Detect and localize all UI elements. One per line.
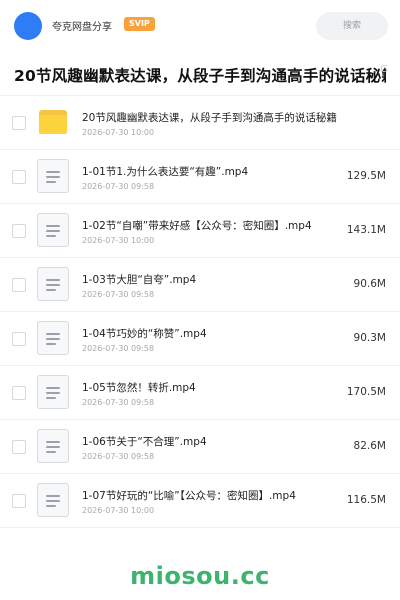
row-checkbox[interactable] — [12, 386, 26, 400]
search-button[interactable]: 搜索 — [316, 12, 388, 40]
file-date: 2026-07-30 10:00 — [82, 506, 155, 515]
file-row[interactable]: 1-01节1.为什么表达要“有趣”.mp4 2026-07-30 09:58 129… — [0, 150, 400, 204]
row-checkbox[interactable] — [12, 332, 26, 346]
file-row[interactable]: 1-04节巧妙的“称赞”.mp4 2026-07-30 09:58 90.3M — [0, 312, 400, 366]
file-list: 20节风趣幽默表达课，从段子手到沟通高手的说话秘籍 2026-07-30 10:0… — [0, 96, 400, 528]
row-checkbox[interactable] — [12, 116, 26, 130]
file-row[interactable]: 1-06节关于“不合理”.mp4 2026-07-30 09:58 82.6M — [0, 420, 400, 474]
file-date: 2026-07-30 09:58 — [82, 344, 155, 353]
svip-badge: SVIP — [124, 17, 155, 31]
file-date: 2026-07-30 10:00 — [82, 128, 155, 137]
file-row[interactable]: 1-02节“自嘲”带来好感【公众号：密知圈】.mp4 2026-07-30 10:… — [0, 204, 400, 258]
file-row[interactable]: 1-03节大胆“自夸”.mp4 2026-07-30 09:58 90.6M — [0, 258, 400, 312]
header: 夸克网盘分享 SVIP 搜索 — [0, 0, 400, 52]
file-size: 82.6M — [353, 440, 386, 452]
file-date: 2026-07-30 09:58 — [82, 182, 155, 191]
page: 夸克网盘分享 SVIP 搜索 20节风趣幽默表达课，从段子手到沟通高手的说话秘籍… — [0, 0, 400, 600]
title-overflow-text: G — [380, 64, 388, 75]
file-date: 2026-07-30 09:58 — [82, 290, 155, 299]
folder-icon — [39, 110, 67, 134]
file-size: 129.5M — [346, 170, 386, 182]
row-checkbox[interactable] — [12, 224, 26, 238]
page-title: 20节风趣幽默表达课，从段子手到沟通高手的说话秘籍 — [14, 67, 386, 85]
file-size: 170.5M — [346, 386, 386, 398]
row-checkbox[interactable] — [12, 494, 26, 508]
file-name: 1-06节关于“不合理”.mp4 — [82, 436, 207, 448]
row-checkbox[interactable] — [12, 278, 26, 292]
avatar[interactable] — [14, 12, 42, 40]
document-icon — [37, 483, 69, 517]
user-name: 夸克网盘分享 — [52, 22, 112, 33]
file-name: 1-05节忽然！转折.mp4 — [82, 382, 196, 394]
file-row[interactable]: 1-07节好玩的“比喻”【公众号：密知圈】.mp4 2026-07-30 10:0… — [0, 474, 400, 528]
row-checkbox[interactable] — [12, 170, 26, 184]
folder-row[interactable]: 20节风趣幽默表达课，从段子手到沟通高手的说话秘籍 2026-07-30 10:0… — [0, 96, 400, 150]
file-name: 1-02节“自嘲”带来好感【公众号：密知圈】.mp4 — [82, 220, 312, 232]
row-checkbox[interactable] — [12, 440, 26, 454]
file-name: 1-03节大胆“自夸”.mp4 — [82, 274, 197, 286]
file-date: 2026-07-30 10:00 — [82, 236, 155, 245]
file-size: 143.1M — [346, 224, 386, 236]
document-icon — [37, 159, 69, 193]
file-date: 2026-07-30 09:58 — [82, 398, 155, 407]
file-name: 1-01节1.为什么表达要“有趣”.mp4 — [82, 166, 249, 178]
file-size: 90.6M — [353, 278, 386, 290]
file-size: 116.5M — [346, 494, 386, 506]
watermark: miosou.cc — [130, 562, 270, 590]
document-icon — [37, 321, 69, 355]
file-size: 90.3M — [353, 332, 386, 344]
file-name: 1-04节巧妙的“称赞”.mp4 — [82, 328, 207, 340]
file-name: 1-07节好玩的“比喻”【公众号：密知圈】.mp4 — [82, 490, 296, 502]
document-icon — [37, 375, 69, 409]
document-icon — [37, 267, 69, 301]
document-icon — [37, 429, 69, 463]
document-icon — [37, 213, 69, 247]
file-name: 20节风趣幽默表达课，从段子手到沟通高手的说话秘籍 — [82, 112, 337, 124]
file-date: 2026-07-30 09:58 — [82, 452, 155, 461]
file-row[interactable]: 1-05节忽然！转折.mp4 2026-07-30 09:58 170.5M — [0, 366, 400, 420]
